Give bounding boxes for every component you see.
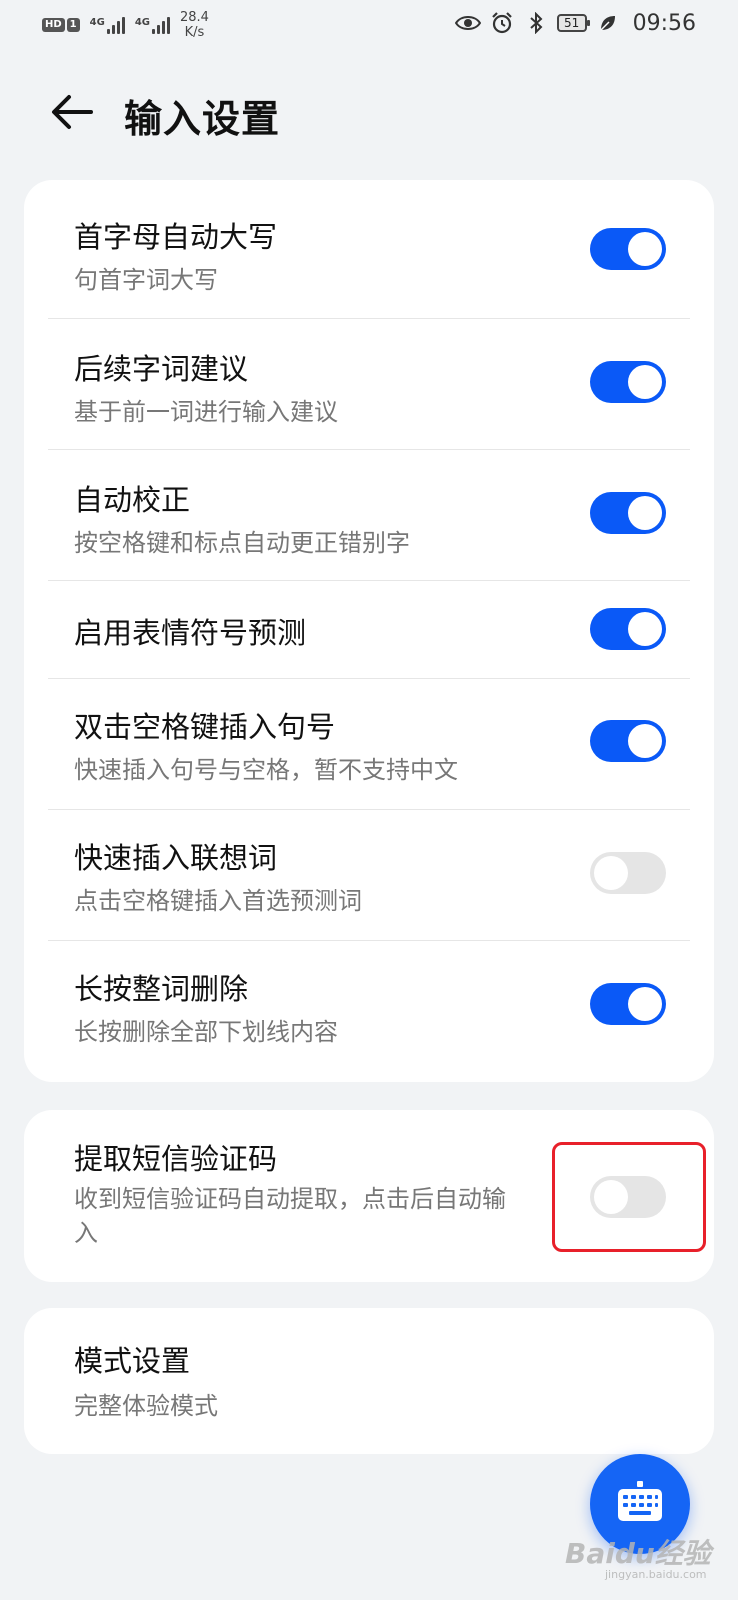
bluetooth-icon (523, 10, 549, 36)
setting-subtitle: 点击空格键插入首选预测词 (74, 887, 362, 915)
battery-icon: 51 (556, 14, 590, 32)
setting-row-emoji-prediction[interactable]: 启用表情符号预测 (48, 580, 690, 678)
setting-subtitle: 基于前一词进行输入建议 (74, 398, 338, 426)
setting-row-quick-insert-prediction[interactable]: 快速插入联想词 点击空格键插入首选预测词 (48, 809, 690, 940)
setting-title: 长按整词删除 (74, 972, 249, 1006)
leaf-icon (595, 10, 621, 36)
setting-row-auto-capitalize[interactable]: 首字母自动大写 句首字词大写 (48, 180, 690, 318)
status-right: 51 09:56 (454, 10, 696, 36)
emoji-prediction-toggle[interactable] (590, 608, 666, 650)
keyboard-icon (618, 1481, 662, 1521)
auto-capitalize-toggle[interactable] (590, 228, 666, 270)
toggle-knob (628, 987, 662, 1021)
setting-row-double-space-period[interactable]: 双击空格键插入句号 快速插入句号与空格，暂不支持中文 (48, 678, 690, 809)
settings-card-mode: 模式设置 完整体验模式 (24, 1308, 714, 1454)
setting-title: 提取短信验证码 (74, 1142, 278, 1176)
setting-title: 后续字词建议 (74, 352, 249, 386)
setting-title: 双击空格键插入句号 (74, 710, 336, 744)
net-speed: 28.4 K/s (179, 10, 209, 40)
status-bar: HD 1 4G 4G 28.4 K/s 51 09:56 (0, 0, 738, 50)
toggle-knob (628, 496, 662, 530)
back-button[interactable] (48, 90, 96, 134)
setting-subtitle: 完整体验模式 (74, 1392, 218, 1420)
setting-title: 快速插入联想词 (74, 841, 278, 875)
red-highlight-box (552, 1142, 706, 1252)
eye-icon (454, 10, 481, 36)
watermark: Baidu经验 jingyan.baidu.com (565, 1537, 711, 1581)
signal-icon-2: 4G (135, 16, 170, 34)
page-title: 输入设置 (124, 97, 281, 141)
setting-subtitle: 长按删除全部下划线内容 (74, 1018, 338, 1046)
settings-card-typing: 首字母自动大写 句首字词大写 后续字词建议 基于前一词进行输入建议 自动校正 按… (24, 180, 714, 1082)
next-word-suggestion-toggle[interactable] (590, 361, 666, 403)
back-arrow-icon (52, 95, 93, 129)
setting-subtitle: 快速插入句号与空格，暂不支持中文 (74, 756, 458, 784)
setting-title: 启用表情符号预测 (74, 616, 307, 650)
setting-title: 首字母自动大写 (74, 220, 278, 254)
toggle-knob (594, 856, 628, 890)
quick-insert-prediction-toggle[interactable] (590, 852, 666, 894)
signal-icon-1: 4G (90, 16, 125, 34)
app-header: 输入设置 (0, 72, 738, 152)
double-space-period-toggle[interactable] (590, 720, 666, 762)
status-left: HD 1 4G 4G 28.4 K/s (42, 10, 209, 40)
hd-icon: HD 1 (42, 18, 80, 32)
long-press-delete-toggle[interactable] (590, 983, 666, 1025)
toggle-knob (628, 232, 662, 266)
setting-title: 自动校正 (74, 483, 191, 517)
toggle-knob (628, 724, 662, 758)
setting-subtitle: 收到短信验证码自动提取，点击后自动输 入 (74, 1185, 506, 1247)
auto-correct-toggle[interactable] (590, 492, 666, 534)
toggle-knob (628, 365, 662, 399)
setting-subtitle: 句首字词大写 (74, 266, 218, 294)
setting-row-mode[interactable]: 模式设置 完整体验模式 (48, 1308, 690, 1454)
setting-row-next-word-suggestion[interactable]: 后续字词建议 基于前一词进行输入建议 (48, 318, 690, 449)
clock: 09:56 (632, 10, 696, 36)
setting-row-long-press-delete[interactable]: 长按整词删除 长按删除全部下划线内容 (48, 940, 690, 1082)
setting-row-auto-correct[interactable]: 自动校正 按空格键和标点自动更正错别字 (48, 449, 690, 580)
setting-title: 模式设置 (74, 1344, 191, 1378)
toggle-knob (628, 612, 662, 646)
setting-subtitle: 按空格键和标点自动更正错别字 (74, 529, 410, 557)
alarm-icon (489, 10, 515, 36)
